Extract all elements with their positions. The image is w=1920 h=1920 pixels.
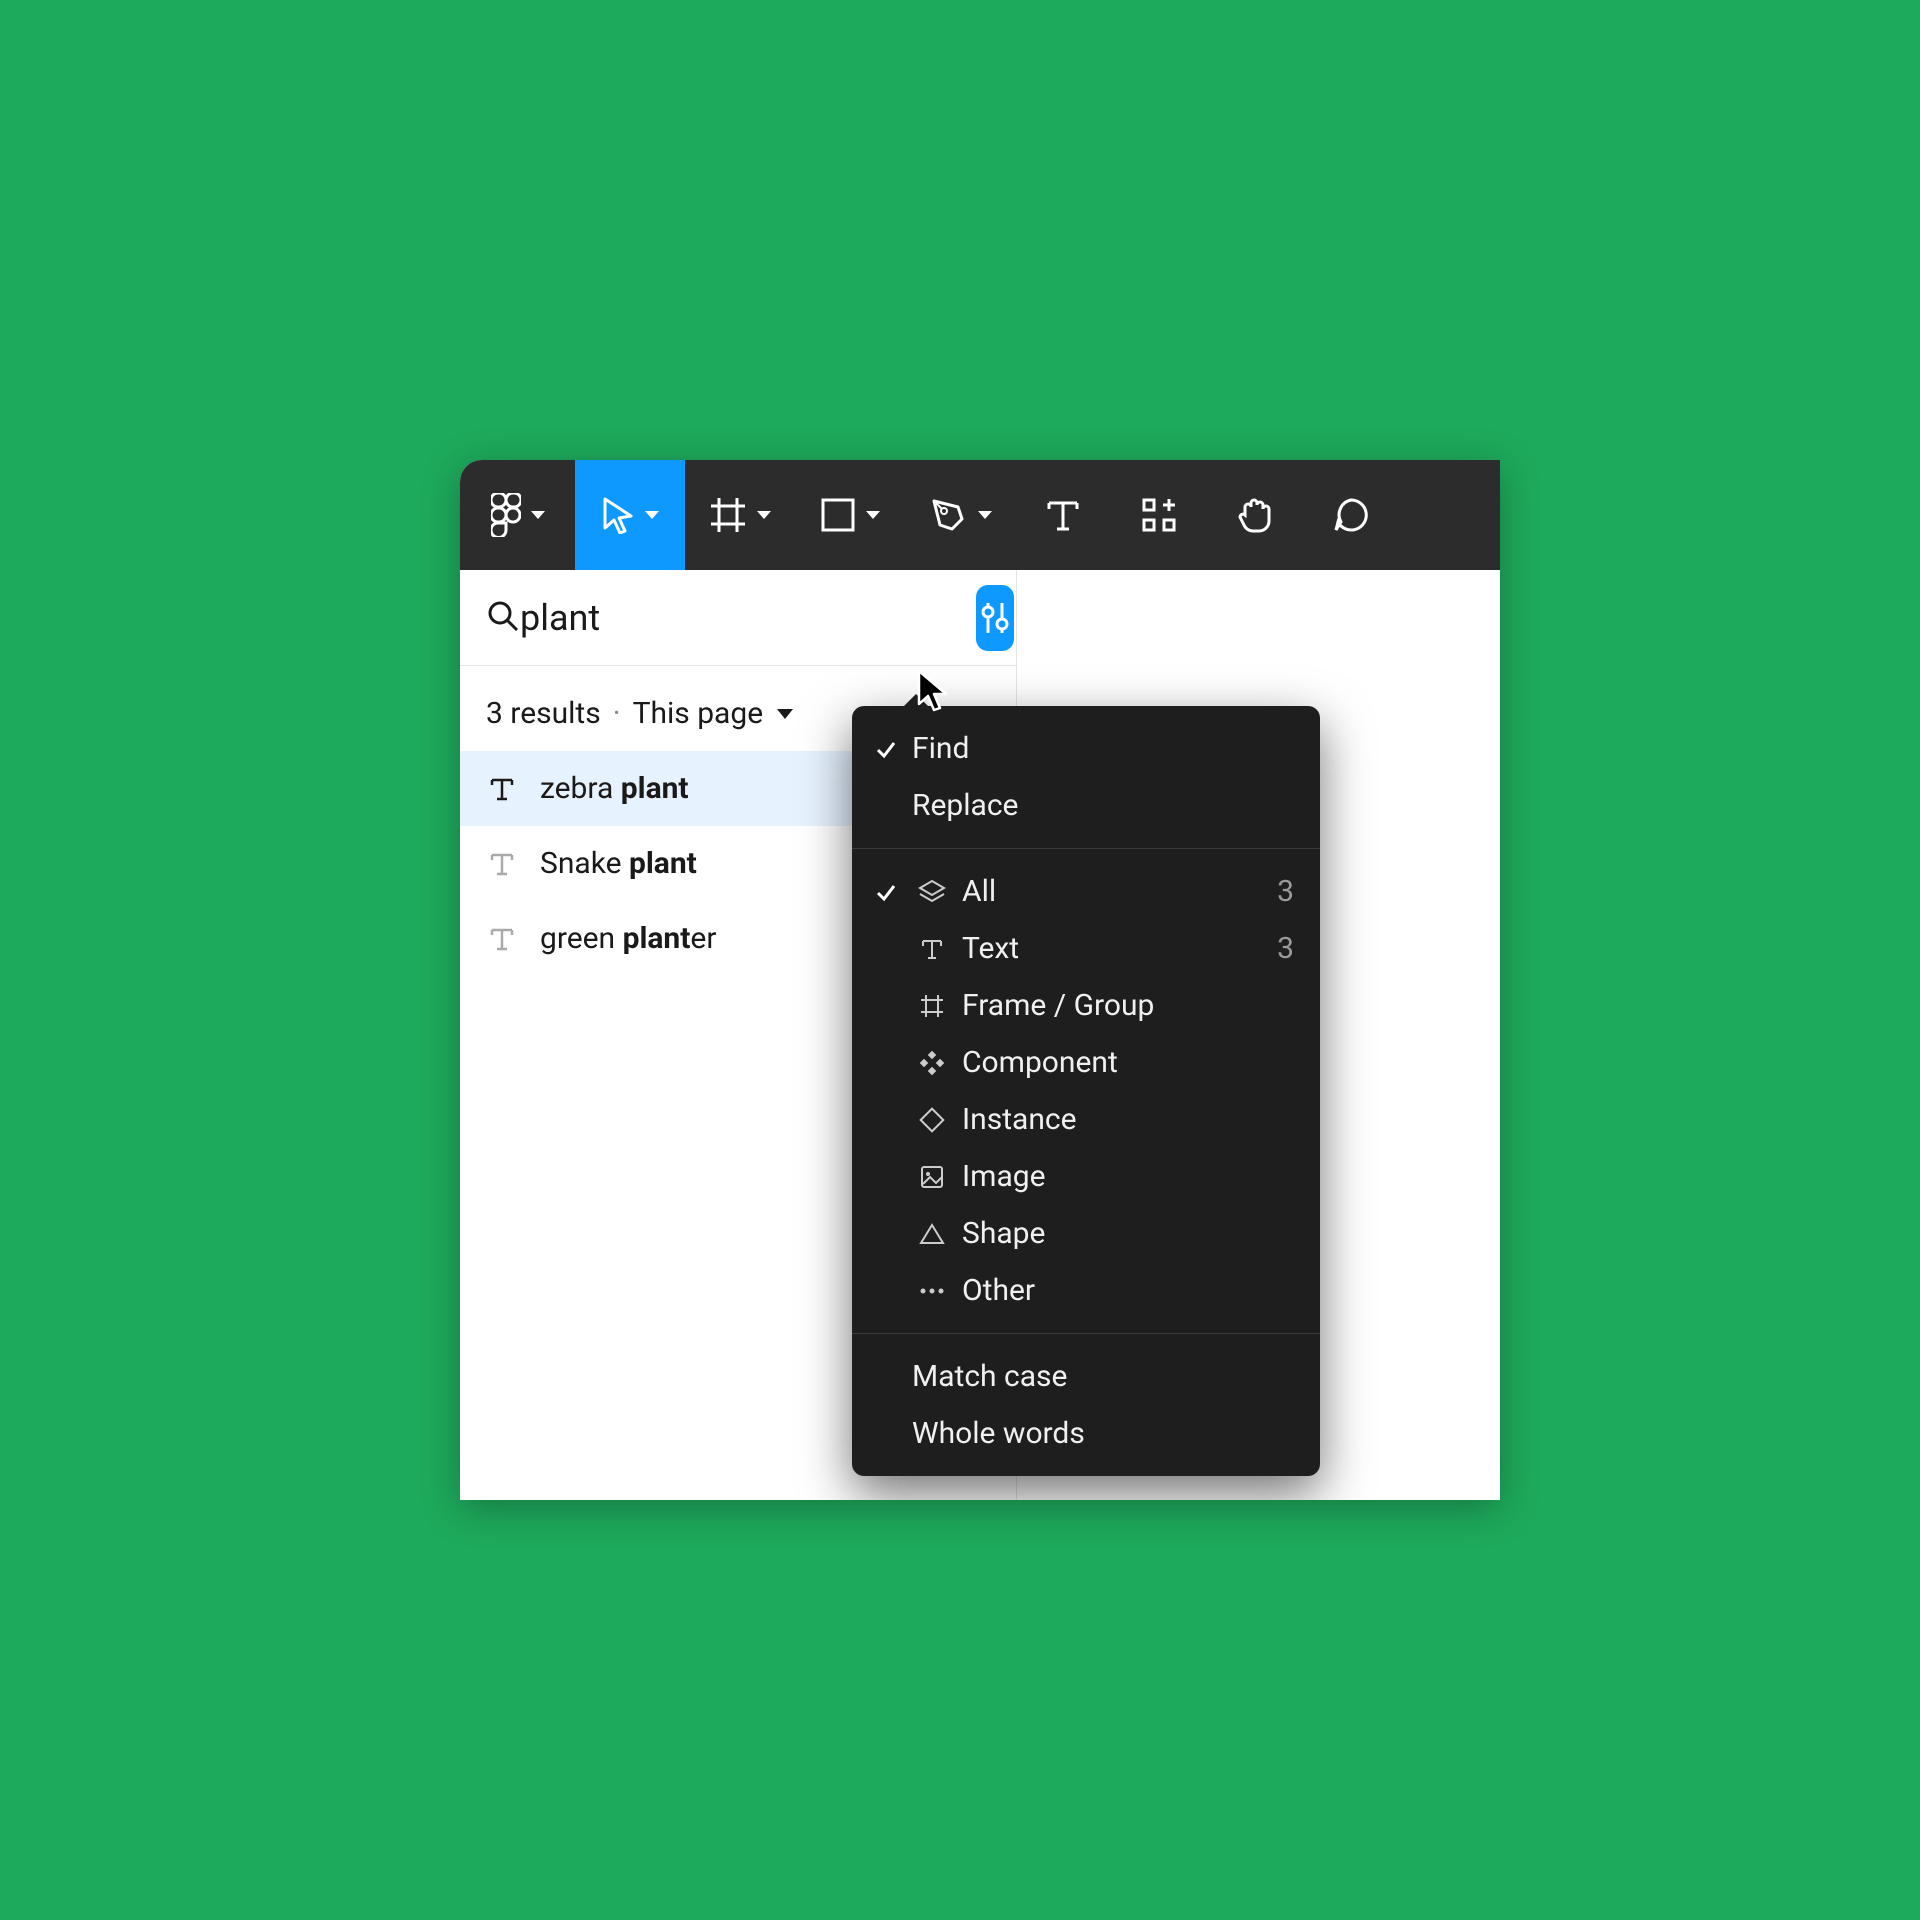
mode-label: Find bbox=[912, 731, 1294, 766]
chevron-down-icon bbox=[866, 511, 880, 519]
frame-tool[interactable] bbox=[685, 460, 795, 570]
result-text: Snake plant bbox=[540, 846, 697, 881]
chevron-down-icon bbox=[978, 511, 992, 519]
ellipsis-icon bbox=[912, 1287, 952, 1295]
option-whole-words[interactable]: Whole words bbox=[852, 1405, 1320, 1462]
shape-icon bbox=[912, 1221, 952, 1247]
sliders-icon bbox=[976, 599, 1014, 637]
top-toolbar bbox=[460, 460, 1500, 570]
app-window: 3 results · This page zebra plant bbox=[460, 460, 1500, 1500]
image-icon bbox=[912, 1164, 952, 1190]
filter-frame[interactable]: Frame / Group bbox=[852, 977, 1320, 1034]
filter-component[interactable]: Component bbox=[852, 1034, 1320, 1091]
option-match-case[interactable]: Match case bbox=[852, 1348, 1320, 1405]
layers-icon bbox=[912, 878, 952, 906]
component-icon bbox=[912, 1050, 952, 1076]
search-icon bbox=[486, 599, 520, 637]
mode-replace[interactable]: Replace bbox=[852, 777, 1320, 834]
filter-label: Frame / Group bbox=[962, 988, 1294, 1023]
mode-find[interactable]: Find bbox=[852, 720, 1320, 777]
check-icon bbox=[870, 738, 902, 760]
filter-label: Instance bbox=[962, 1102, 1294, 1137]
filter-other[interactable]: Other bbox=[852, 1262, 1320, 1319]
frame-icon bbox=[912, 993, 952, 1019]
filter-instance[interactable]: Instance bbox=[852, 1091, 1320, 1148]
search-settings-dropdown: Find Replace All 3 bbox=[852, 706, 1320, 1476]
chevron-down-icon bbox=[777, 709, 793, 719]
rectangle-icon bbox=[820, 497, 856, 533]
figma-icon bbox=[491, 493, 521, 537]
filter-shape[interactable]: Shape bbox=[852, 1205, 1320, 1262]
option-label: Whole words bbox=[912, 1416, 1294, 1451]
filter-label: Component bbox=[962, 1045, 1294, 1080]
filter-label: Shape bbox=[962, 1216, 1294, 1251]
resources-tool[interactable] bbox=[1111, 460, 1207, 570]
filter-label: Other bbox=[962, 1273, 1294, 1308]
chevron-down-icon bbox=[645, 511, 659, 519]
search-settings-button[interactable] bbox=[976, 585, 1014, 651]
search-row bbox=[460, 570, 1016, 666]
frame-icon bbox=[709, 496, 747, 534]
dropdown-options: Match case Whole words bbox=[852, 1334, 1320, 1476]
chevron-down-icon bbox=[531, 511, 545, 519]
dropdown-filters: All 3 Text 3 Frame / Group bbox=[852, 849, 1320, 1333]
option-label: Match case bbox=[912, 1359, 1294, 1394]
filter-image[interactable]: Image bbox=[852, 1148, 1320, 1205]
text-icon bbox=[486, 851, 518, 877]
filter-all[interactable]: All 3 bbox=[852, 863, 1320, 920]
shape-tool[interactable] bbox=[795, 460, 905, 570]
pen-tool[interactable] bbox=[905, 460, 1015, 570]
pen-icon bbox=[928, 495, 968, 535]
hand-icon bbox=[1235, 495, 1275, 535]
mode-label: Replace bbox=[912, 788, 1294, 823]
filter-text[interactable]: Text 3 bbox=[852, 920, 1320, 977]
filter-label: Text bbox=[962, 931, 1267, 966]
resources-icon bbox=[1140, 496, 1178, 534]
results-count: 3 results bbox=[486, 696, 601, 731]
chevron-down-icon bbox=[757, 511, 771, 519]
move-tool[interactable] bbox=[575, 460, 685, 570]
instance-icon bbox=[912, 1107, 952, 1133]
text-icon bbox=[486, 776, 518, 802]
result-text: zebra plant bbox=[540, 771, 689, 806]
check-icon bbox=[870, 881, 902, 903]
filter-label: Image bbox=[962, 1159, 1294, 1194]
figma-menu[interactable] bbox=[460, 460, 575, 570]
filter-count: 3 bbox=[1277, 874, 1294, 909]
text-icon bbox=[912, 937, 952, 961]
hand-tool[interactable] bbox=[1207, 460, 1303, 570]
separator-dot: · bbox=[613, 696, 621, 731]
text-icon bbox=[486, 926, 518, 952]
cursor-icon bbox=[601, 496, 635, 534]
filter-label: All bbox=[962, 874, 1267, 909]
text-tool[interactable] bbox=[1015, 460, 1111, 570]
result-text: green planter bbox=[540, 921, 716, 956]
scope-label: This page bbox=[633, 696, 764, 731]
search-input[interactable] bbox=[520, 597, 976, 639]
dropdown-modes: Find Replace bbox=[852, 706, 1320, 848]
comment-tool[interactable] bbox=[1303, 460, 1399, 570]
text-icon bbox=[1045, 497, 1081, 533]
filter-count: 3 bbox=[1277, 931, 1294, 966]
comment-icon bbox=[1331, 495, 1371, 535]
